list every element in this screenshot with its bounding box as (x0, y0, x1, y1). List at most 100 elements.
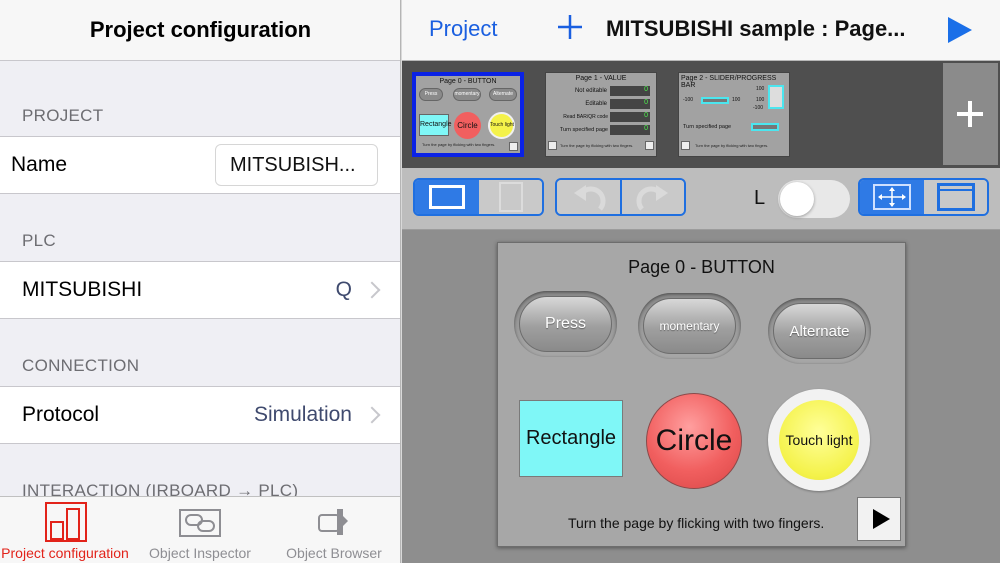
orientation-segmented-control (413, 178, 544, 216)
page-thumbnail-1[interactable]: Page 1 - VALUE Not editable 0 Editable 0… (545, 72, 657, 157)
thumb-vertical-slider (768, 85, 784, 109)
play-icon (872, 509, 890, 529)
portrait-icon (498, 182, 523, 212)
undo-icon (573, 185, 606, 211)
project-config-icon (45, 502, 87, 542)
thumb-prev-icon (681, 141, 690, 150)
page-title: MITSUBISHI sample : Page... (606, 16, 906, 41)
add-page-button[interactable] (943, 63, 998, 165)
thumb-turn-label: Turn specified page (683, 124, 732, 130)
undo-button[interactable] (557, 180, 622, 214)
object-inspector-icon (179, 509, 221, 537)
name-label: Name (11, 153, 68, 176)
thumbnail-title: Page 0 - BUTTON (439, 78, 497, 85)
thumb-progress (751, 123, 779, 131)
protocol-row[interactable]: Protocol Simulation (0, 386, 400, 444)
landscape-icon (429, 185, 465, 209)
editor-toolbar: L (402, 168, 1000, 230)
protocol-label: Protocol (22, 403, 100, 426)
thumb-rectangle: Rectangle (419, 114, 452, 136)
thumb-hint: Turn the page by flicking with two finge… (695, 143, 769, 148)
window-icon (936, 183, 975, 211)
panel-header: Project configuration (0, 0, 400, 61)
tab-bar: Project configuration Object Inspector O… (0, 496, 400, 563)
thumb-row-label: Turn specified page (559, 127, 608, 133)
tab-object-inspector[interactable]: Object Inspector (136, 497, 264, 563)
touch-light-label: Touch light (779, 400, 859, 480)
name-row: Name MITSUBISH... (0, 136, 400, 194)
tab-label: Object Browser (286, 545, 382, 561)
protocol-value: Simulation (253, 403, 352, 426)
thumb-press-button: Press (419, 88, 443, 101)
thumb-row-label: Read BAR/QR code (563, 114, 608, 120)
plc-value: Q (335, 278, 352, 301)
plc-row[interactable]: MITSUBISHI Q (0, 261, 400, 319)
thumb-row-value: 0 (610, 112, 650, 122)
section-label-connection: CONNECTION (22, 356, 140, 375)
plc-label: MITSUBISHI (22, 278, 143, 301)
thumb-slider (701, 97, 729, 104)
thumb-tick: 100 (756, 86, 765, 92)
layout-toggle-switch[interactable] (778, 180, 850, 218)
page-thumbnail-0[interactable]: Page 0 - BUTTON Press momentary Alternat… (412, 72, 524, 157)
section-label-plc: PLC (22, 231, 56, 250)
plus-icon[interactable] (557, 14, 583, 40)
object-browser-icon (318, 509, 348, 535)
undo-redo-segmented-control (555, 178, 686, 216)
rectangle-object[interactable]: Rectangle (519, 400, 623, 477)
layout-toggle-label: L (754, 187, 766, 209)
portrait-button[interactable] (479, 180, 542, 214)
redo-icon (636, 185, 668, 211)
thumb-row-label: Editable (585, 101, 607, 107)
toggle-knob (780, 182, 814, 216)
alternate-button[interactable]: Alternate (768, 298, 871, 364)
page-thumbnail-strip: Page 0 - BUTTON Press momentary Alternat… (402, 61, 1000, 168)
page-thumbnail-2[interactable]: Page 2 - SLIDER/PROGRESS BAR 100 -100 10… (678, 72, 790, 157)
window-view-button[interactable] (924, 180, 987, 214)
chevron-right-icon (363, 406, 381, 424)
page-canvas[interactable]: Page 0 - BUTTON Press momentary Alternat… (497, 242, 906, 547)
section-label-project: PROJECT (22, 106, 104, 125)
page-hint-text: Turn the page by flicking with two finge… (568, 515, 825, 531)
canvas-page-title: Page 0 - BUTTON (628, 257, 775, 277)
thumb-row-value: 0 (610, 99, 650, 109)
thumb-prev-icon (548, 141, 557, 150)
tab-label: Object Inspector (149, 545, 251, 561)
plus-icon (957, 101, 983, 127)
touch-light-object[interactable]: Touch light (768, 389, 870, 491)
thumbnail-title: Page 1 - VALUE (575, 75, 627, 82)
thumb-tick: 100 (756, 97, 765, 103)
view-mode-segmented-control (858, 178, 989, 216)
thumb-tick: 100 (732, 97, 741, 103)
editor-panel: Project MITSUBISHI sample : Page... Page… (402, 0, 1000, 563)
fit-view-icon (873, 184, 911, 210)
name-input[interactable]: MITSUBISH... (215, 144, 378, 186)
thumb-next-icon (645, 141, 654, 150)
thumb-next-icon (509, 142, 518, 151)
thumb-hint: Turn the page by flicking with two finge… (422, 142, 496, 147)
next-page-button[interactable] (857, 497, 901, 541)
panel-title: Project configuration (89, 17, 312, 42)
press-button[interactable]: Press (514, 291, 617, 357)
press-button-label: Press (519, 296, 612, 352)
chevron-right-icon (363, 281, 381, 299)
thumb-hint: Turn the page by flicking with two finge… (560, 143, 634, 148)
project-back-button[interactable]: Project (429, 16, 497, 42)
thumb-tick: -100 (753, 105, 764, 111)
alternate-button-label: Alternate (773, 303, 866, 359)
play-icon[interactable] (948, 17, 972, 43)
thumb-touch-light: Touch light (488, 112, 515, 139)
thumb-row-value: 0 (610, 125, 650, 135)
project-configuration-panel: Project configuration PROJECT Name MITSU… (0, 0, 401, 563)
circle-object[interactable]: Circle (646, 393, 742, 489)
tab-project-configuration[interactable]: Project configuration (0, 497, 130, 563)
redo-button[interactable] (622, 180, 684, 214)
thumb-row-value: 0 (610, 86, 650, 96)
thumb-momentary-button: momentary (453, 88, 481, 101)
fit-view-button[interactable] (860, 180, 924, 214)
thumb-circle: Circle (454, 112, 481, 139)
momentary-button[interactable]: momentary (638, 293, 741, 359)
tab-object-browser[interactable]: Object Browser (270, 497, 398, 563)
thumb-row-label: Not editable (574, 88, 607, 94)
landscape-button[interactable] (415, 180, 479, 214)
